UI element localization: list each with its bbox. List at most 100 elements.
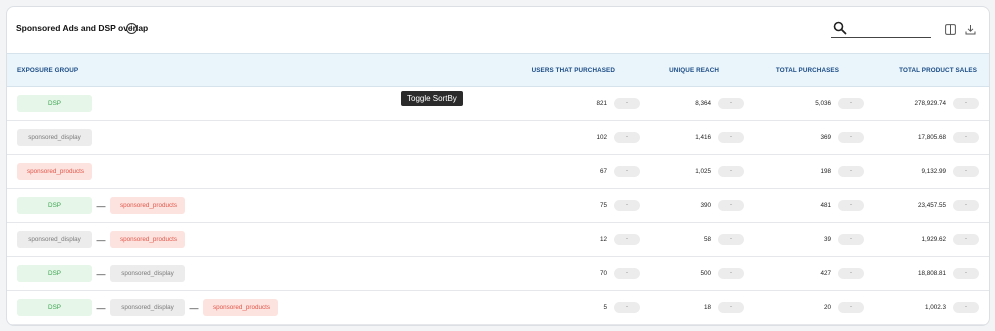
change-pill: - xyxy=(718,98,744,109)
change-pill: - xyxy=(953,98,979,109)
cell-purchases: 481 xyxy=(820,202,831,209)
cell-purchases: 20 xyxy=(823,304,831,311)
column-header-total-purchases[interactable]: TOTAL PURCHASES xyxy=(776,67,839,74)
table-row[interactable]: DSP 821-8,364-5,036-278,929.74- xyxy=(7,87,989,121)
cell-users: 70 xyxy=(599,270,607,277)
cell-reach: 18 xyxy=(703,304,711,311)
exposure-chip: DSP xyxy=(17,299,92,316)
cell-sales: 17,805.68 xyxy=(917,134,946,141)
cell-purchases: 5,036 xyxy=(815,100,831,107)
table-row[interactable]: DSP — sponsored_display — sponsored_products… xyxy=(7,291,989,325)
exposure-chip: sponsored_display xyxy=(17,231,92,248)
group-separator: — xyxy=(189,302,199,313)
change-pill: - xyxy=(838,166,864,177)
exposure-chip: sponsored_products xyxy=(17,163,92,180)
cell-purchases: 369 xyxy=(820,134,831,141)
cell-users: 67 xyxy=(599,168,607,175)
cell-users: 102 xyxy=(596,134,607,141)
table-row[interactable]: sponsored_display 102-1,416-369-17,805.68… xyxy=(7,121,989,155)
change-pill: - xyxy=(614,234,640,245)
overlap-card: Sponsored Ads and DSP overlap i EXPOSURE… xyxy=(6,6,990,326)
exposure-chip: sponsored_display xyxy=(110,299,185,316)
cell-users: 12 xyxy=(599,236,607,243)
group-separator: — xyxy=(96,302,106,313)
column-header-exposure-group[interactable]: EXPOSURE GROUP xyxy=(17,67,78,74)
table-header: EXPOSURE GROUP USERS THAT PURCHASED UNIQ… xyxy=(7,53,989,87)
exposure-chip: DSP xyxy=(17,197,92,214)
exposure-group-chips: DSP xyxy=(17,95,92,112)
table-row[interactable]: DSP — sponsored_products 75-390-481-23,457.… xyxy=(7,189,989,223)
column-header-total-product-sales[interactable]: TOTAL PRODUCT SALES xyxy=(899,67,977,74)
change-pill: - xyxy=(718,268,744,279)
exposure-chip: sponsored_products xyxy=(110,231,185,248)
exposure-group-chips: DSP — sponsored_products xyxy=(17,197,185,214)
sort-tooltip: Toggle SortBy xyxy=(401,91,463,106)
cell-reach: 58 xyxy=(703,236,711,243)
cell-users: 821 xyxy=(596,100,607,107)
cell-purchases: 198 xyxy=(820,168,831,175)
change-pill: - xyxy=(614,132,640,143)
search-input[interactable] xyxy=(851,20,929,36)
cell-purchases: 427 xyxy=(820,270,831,277)
cell-sales: 278,929.74 xyxy=(914,100,946,107)
cell-sales: 18,808.81 xyxy=(917,270,946,277)
exposure-chip: sponsored_products xyxy=(110,197,185,214)
group-separator: — xyxy=(96,268,106,279)
group-separator: — xyxy=(96,234,106,245)
exposure-chip: sponsored_display xyxy=(110,265,185,282)
change-pill: - xyxy=(953,132,979,143)
search-icon[interactable] xyxy=(833,21,847,35)
exposure-group-chips: DSP — sponsored_display — sponsored_products xyxy=(17,299,278,316)
column-header-unique-reach[interactable]: UNIQUE REACH xyxy=(669,67,719,74)
download-icon[interactable] xyxy=(965,24,976,35)
change-pill: - xyxy=(838,200,864,211)
change-pill: - xyxy=(718,200,744,211)
cell-reach: 8,364 xyxy=(695,100,711,107)
change-pill: - xyxy=(953,234,979,245)
change-pill: - xyxy=(838,234,864,245)
change-pill: - xyxy=(953,302,979,313)
column-header-users-that-purchased[interactable]: USERS THAT PURCHASED xyxy=(532,67,615,74)
change-pill: - xyxy=(838,98,864,109)
change-pill: - xyxy=(838,132,864,143)
exposure-group-chips: sponsored_display xyxy=(17,129,92,146)
table-row[interactable]: sponsored_display — sponsored_products 12-5… xyxy=(7,223,989,257)
cell-sales: 1,929.62 xyxy=(921,236,946,243)
change-pill: - xyxy=(953,268,979,279)
cell-users: 5 xyxy=(603,304,607,311)
card-header: Sponsored Ads and DSP overlap i xyxy=(7,7,989,53)
change-pill: - xyxy=(838,268,864,279)
cell-reach: 1,025 xyxy=(695,168,711,175)
exposure-group-chips: DSP — sponsored_display xyxy=(17,265,185,282)
exposure-chip: sponsored_products xyxy=(203,299,278,316)
exposure-chip: DSP xyxy=(17,265,92,282)
cell-reach: 500 xyxy=(700,270,711,277)
exposure-group-chips: sponsored_display — sponsored_products xyxy=(17,231,185,248)
change-pill: - xyxy=(718,302,744,313)
change-pill: - xyxy=(838,302,864,313)
group-separator: — xyxy=(96,200,106,211)
cell-reach: 1,416 xyxy=(695,134,711,141)
cell-sales: 1,002.3 xyxy=(924,304,946,311)
columns-icon[interactable] xyxy=(945,24,956,35)
change-pill: - xyxy=(614,302,640,313)
change-pill: - xyxy=(614,268,640,279)
exposure-chip: sponsored_display xyxy=(17,129,92,146)
cell-reach: 390 xyxy=(700,202,711,209)
info-icon[interactable]: i xyxy=(126,23,137,34)
cell-sales: 9,132.99 xyxy=(921,168,946,175)
change-pill: - xyxy=(614,166,640,177)
change-pill: - xyxy=(953,200,979,211)
cell-users: 75 xyxy=(599,202,607,209)
table-row[interactable]: DSP — sponsored_display 70-500-427-18,808.8… xyxy=(7,257,989,291)
search-box[interactable] xyxy=(831,20,931,38)
cell-purchases: 39 xyxy=(823,236,831,243)
cell-sales: 23,457.55 xyxy=(917,202,946,209)
exposure-group-chips: sponsored_products xyxy=(17,163,92,180)
change-pill: - xyxy=(718,132,744,143)
change-pill: - xyxy=(614,200,640,211)
change-pill: - xyxy=(718,234,744,245)
exposure-chip: DSP xyxy=(17,95,92,112)
table-row[interactable]: sponsored_products 67-1,025-198-9,132.99- xyxy=(7,155,989,189)
change-pill: - xyxy=(718,166,744,177)
